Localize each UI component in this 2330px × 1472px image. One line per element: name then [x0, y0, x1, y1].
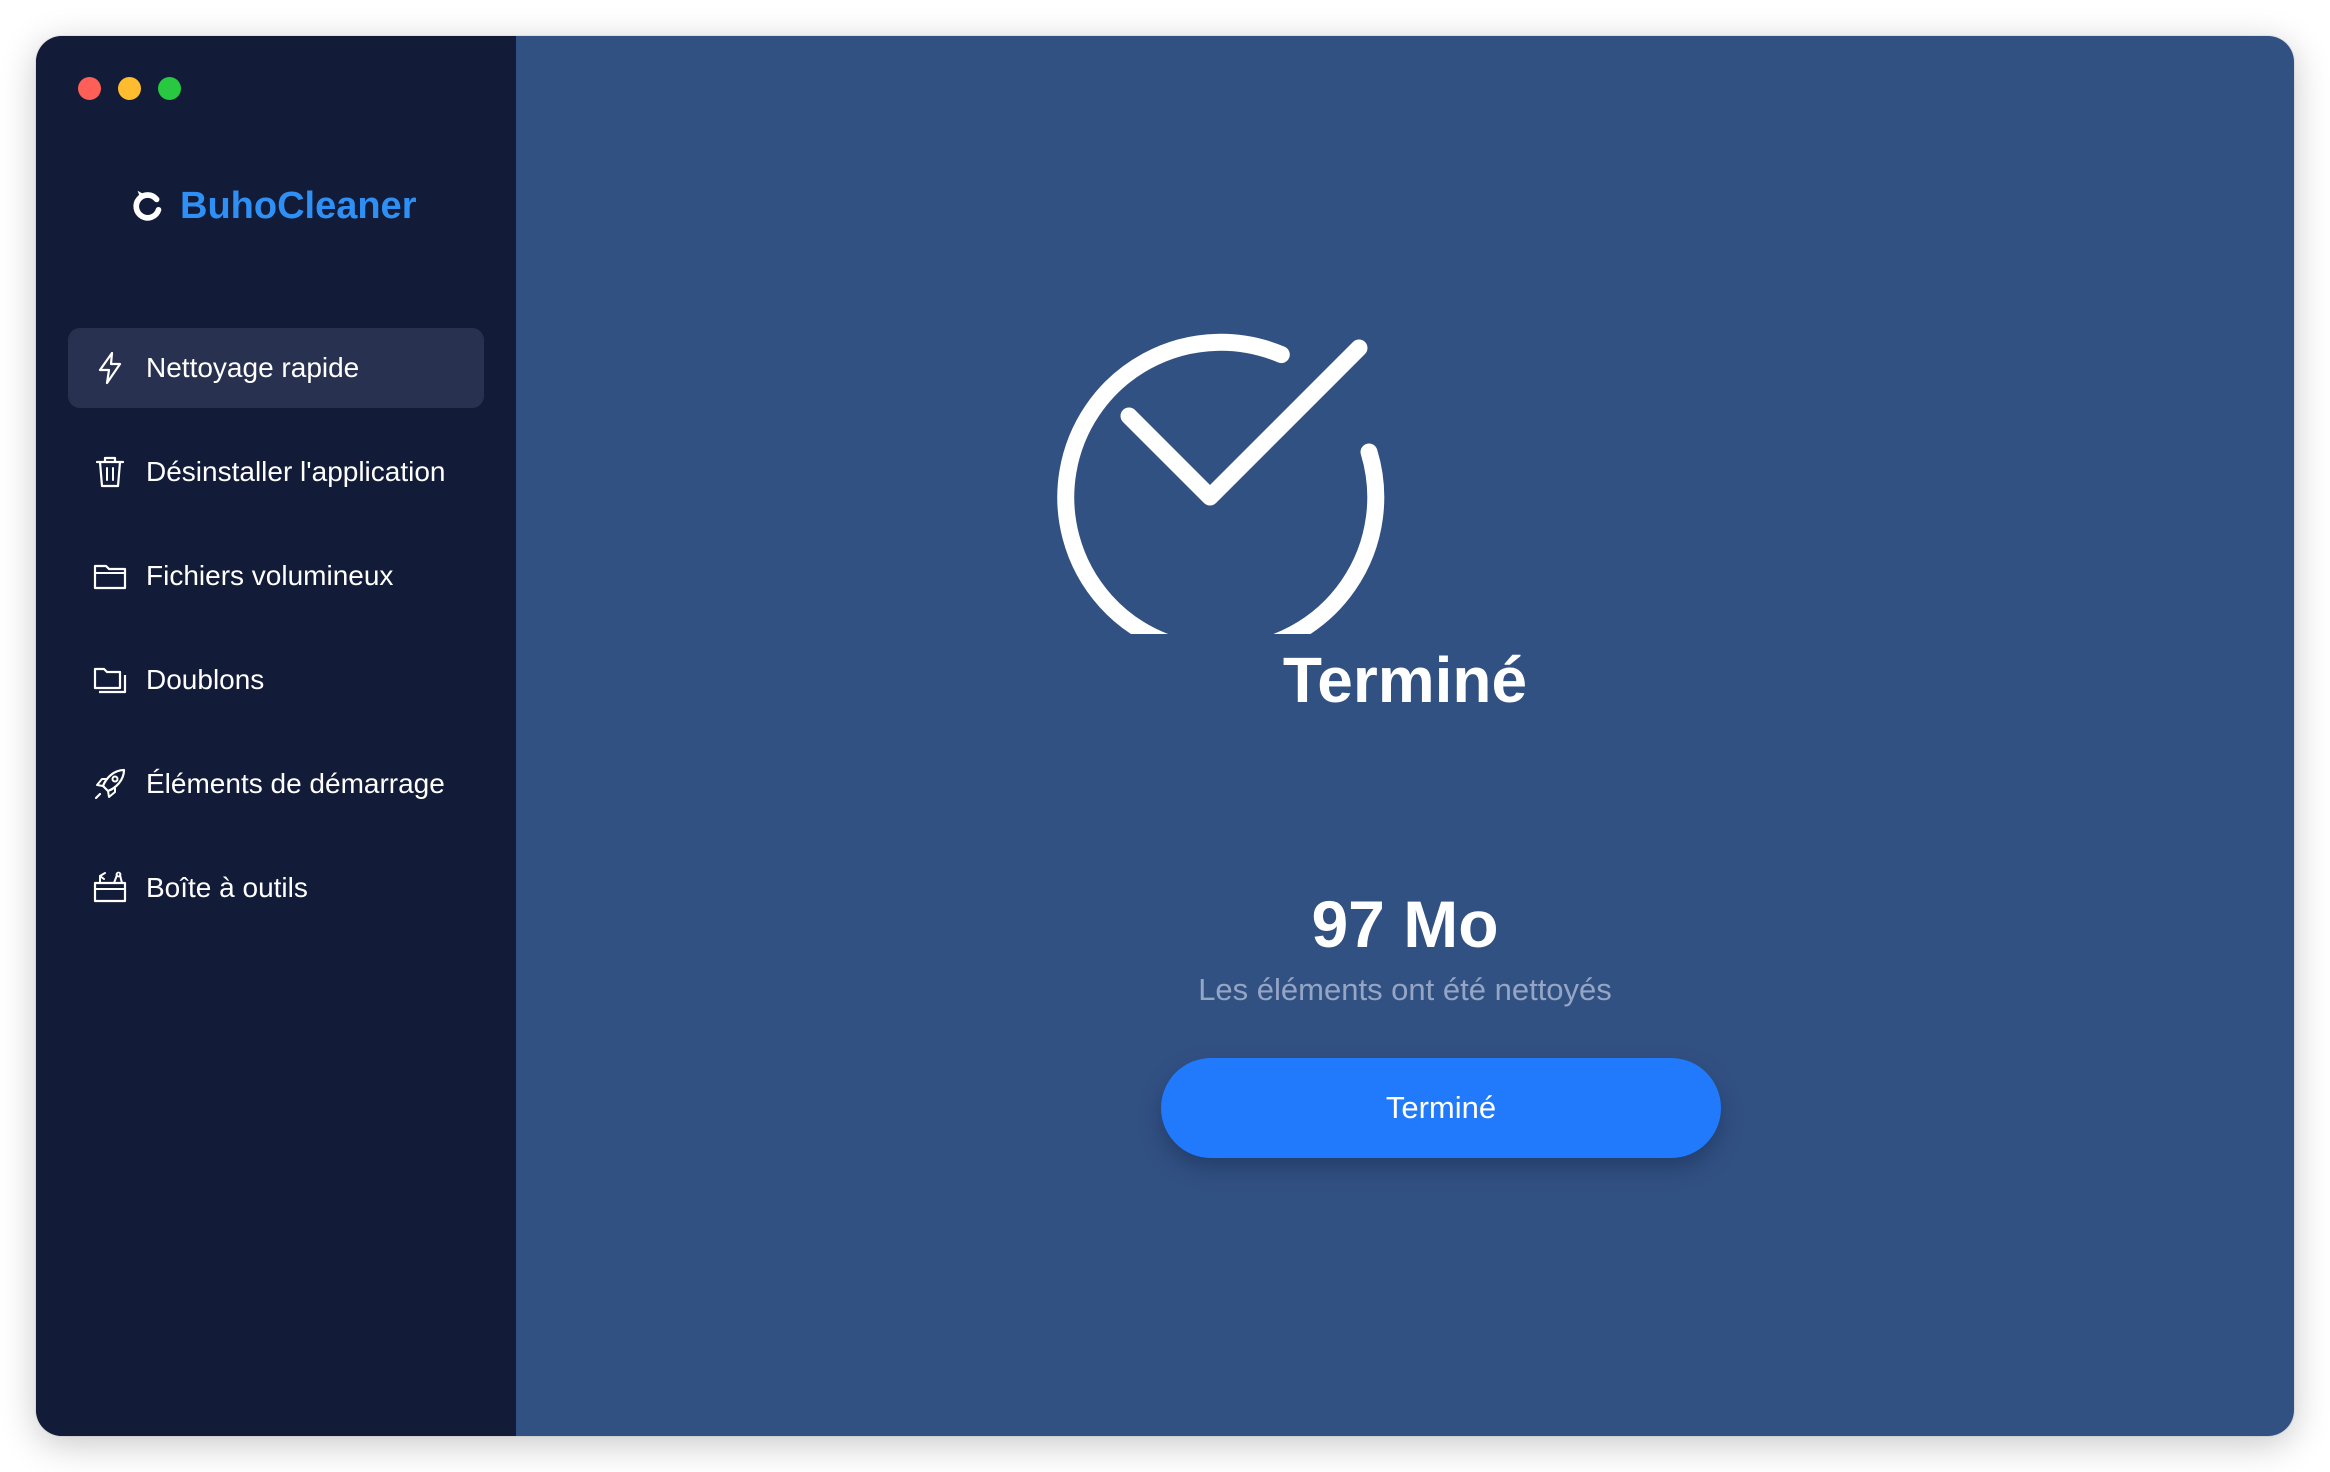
- sidebar-item-large-files[interactable]: Fichiers volumineux: [68, 536, 484, 616]
- check-circle-icon: [1046, 294, 1386, 634]
- sidebar-nav: Nettoyage rapide Désinstaller l'applicat…: [68, 328, 484, 952]
- sidebar: BuhoCleaner Nettoyage rapide Désinstalle…: [36, 36, 516, 1436]
- maximize-window-button[interactable]: [158, 77, 181, 100]
- status-title: Terminé: [1282, 644, 1528, 716]
- sidebar-item-label: Éléments de démarrage: [146, 768, 445, 799]
- buhocleaner-logo-icon: [133, 190, 162, 221]
- sidebar-item-toolbox[interactable]: Boîte à outils: [68, 848, 484, 928]
- sidebar-item-uninstall[interactable]: Désinstaller l'application: [68, 432, 484, 512]
- brand: BuhoCleaner: [130, 176, 416, 236]
- main-content: Terminé 97 Mo Les éléments ont été netto…: [516, 36, 2294, 1436]
- app-name: BuhoCleaner: [180, 184, 417, 227]
- sidebar-item-label: Fichiers volumineux: [146, 560, 394, 591]
- folder-icon: [92, 558, 128, 594]
- lightning-icon: [92, 350, 128, 386]
- cleaned-size: 97 Mo: [1311, 887, 1499, 961]
- sidebar-item-label: Boîte à outils: [146, 872, 308, 903]
- sidebar-item-label: Nettoyage rapide: [146, 352, 360, 383]
- window-controls: [78, 77, 181, 100]
- sidebar-item-label: Doublons: [146, 664, 265, 695]
- toolbox-icon: [92, 870, 128, 906]
- done-button[interactable]: Terminé: [1161, 1058, 1721, 1158]
- minimize-window-button[interactable]: [118, 77, 141, 100]
- close-window-button[interactable]: [78, 77, 101, 100]
- sidebar-item-quick-clean[interactable]: Nettoyage rapide: [68, 328, 484, 408]
- duplicate-folder-icon: [92, 662, 128, 698]
- rocket-icon: [92, 766, 128, 802]
- sidebar-item-startup-items[interactable]: Éléments de démarrage: [68, 744, 484, 824]
- app-window: BuhoCleaner Nettoyage rapide Désinstalle…: [36, 36, 2294, 1436]
- sidebar-item-label: Désinstaller l'application: [146, 456, 446, 487]
- cleaned-caption: Les éléments ont été nettoyés: [1198, 972, 1612, 1007]
- sidebar-item-duplicates[interactable]: Doublons: [68, 640, 484, 720]
- trash-icon: [92, 454, 128, 490]
